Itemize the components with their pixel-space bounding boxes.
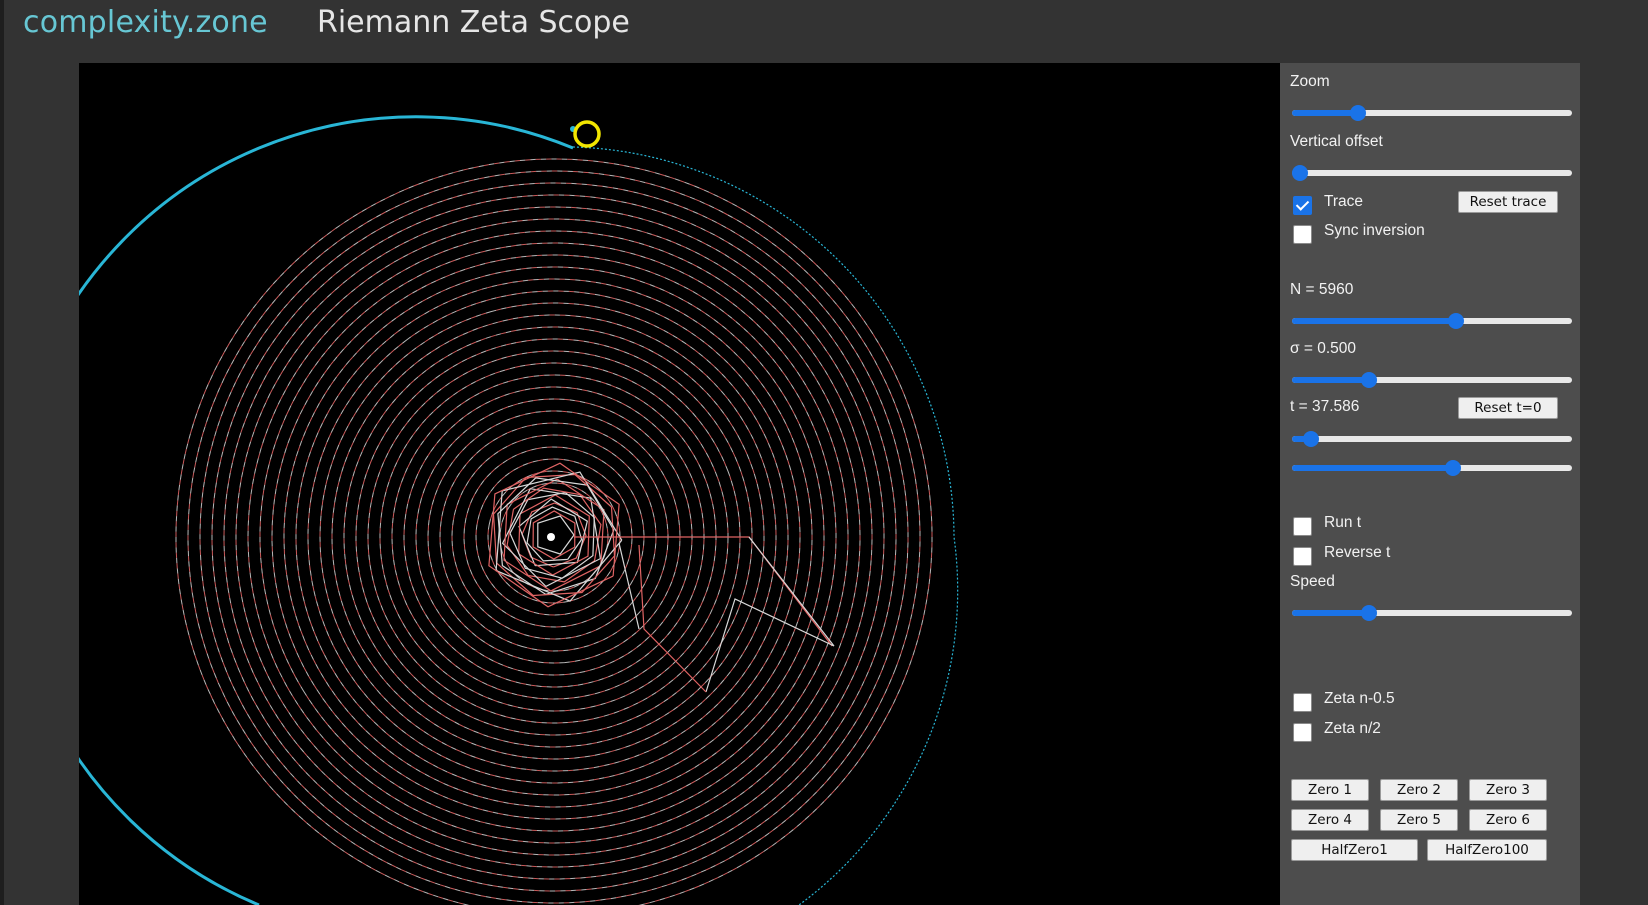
trace-checkbox[interactable]: [1293, 196, 1312, 215]
spiral-ring-red: [175, 158, 933, 905]
speed-slider[interactable]: [1292, 603, 1572, 623]
origin-dot: [547, 533, 555, 541]
half-zero-1-button[interactable]: HalfZero1: [1291, 839, 1418, 861]
t-fine-slider-thumb[interactable]: [1445, 460, 1462, 476]
zero-4-button[interactable]: Zero 4: [1291, 809, 1369, 831]
n-slider[interactable]: [1292, 311, 1572, 331]
zoom-slider-thumb[interactable]: [1350, 105, 1367, 121]
partial-sum-segment-red: [638, 544, 707, 693]
site-brand-link[interactable]: complexity.zone: [23, 5, 268, 40]
t-value-label: t = 37.586: [1290, 398, 1360, 415]
zeta-n-half-label: Zeta n/2: [1324, 720, 1381, 737]
zero-6-button[interactable]: Zero 6: [1469, 809, 1547, 831]
t-coarse-slider-thumb[interactable]: [1302, 431, 1319, 447]
zero-2-button[interactable]: Zero 2: [1380, 779, 1458, 801]
n-value-label: N = 5960: [1290, 281, 1354, 298]
speed-slider-thumb[interactable]: [1360, 605, 1377, 621]
speed-label: Speed: [1290, 573, 1335, 590]
zeta-n-half-checkbox[interactable]: [1293, 723, 1312, 742]
run-t-checkbox[interactable]: [1293, 517, 1312, 536]
spiral-ring-white: [175, 158, 933, 905]
window-edge: [0, 0, 4, 905]
half-zero-100-button[interactable]: HalfZero100: [1427, 839, 1547, 861]
zero-3-button[interactable]: Zero 3: [1469, 779, 1547, 801]
t-fine-slider[interactable]: [1292, 458, 1572, 478]
sync-inversion-label: Sync inversion: [1324, 222, 1425, 239]
sigma-value-label: σ = 0.500: [1290, 340, 1357, 357]
zoom-slider[interactable]: [1292, 103, 1572, 123]
zeta-scope-canvas[interactable]: [79, 63, 1280, 905]
spiral-core-polygon: [537, 515, 575, 555]
current-value-marker: [573, 120, 601, 148]
reverse-t-checkbox[interactable]: [1293, 547, 1312, 566]
reverse-t-label: Reverse t: [1324, 544, 1391, 561]
t-coarse-slider[interactable]: [1292, 429, 1572, 449]
sync-inversion-checkbox[interactable]: [1293, 225, 1312, 244]
sigma-slider[interactable]: [1292, 370, 1572, 390]
trace-label: Trace: [1324, 193, 1364, 210]
partial-sum-spiral: [175, 146, 959, 905]
run-t-label: Run t: [1324, 514, 1362, 531]
zeta-n-minus-half-checkbox[interactable]: [1293, 693, 1312, 712]
controls-panel: Zoom Vertical offset Trace Reset trace S…: [1280, 63, 1580, 905]
partial-sum-segment-white: [618, 542, 640, 630]
zero-5-button[interactable]: Zero 5: [1380, 809, 1458, 831]
zoom-label: Zoom: [1290, 73, 1330, 90]
reset-t-button[interactable]: Reset t=0: [1458, 397, 1558, 419]
zero-1-button[interactable]: Zero 1: [1291, 779, 1369, 801]
vertical-offset-slider[interactable]: [1292, 163, 1572, 183]
reset-trace-button[interactable]: Reset trace: [1458, 191, 1558, 213]
zeta-n-minus-half-label: Zeta n-0.5: [1324, 690, 1395, 707]
vertical-offset-slider-thumb[interactable]: [1292, 165, 1308, 181]
partial-sum-segment-white: [705, 536, 835, 693]
page-title: Riemann Zeta Scope: [317, 5, 630, 40]
n-slider-thumb[interactable]: [1447, 313, 1464, 329]
vertical-offset-label: Vertical offset: [1290, 133, 1383, 150]
sigma-slider-thumb[interactable]: [1360, 372, 1377, 388]
